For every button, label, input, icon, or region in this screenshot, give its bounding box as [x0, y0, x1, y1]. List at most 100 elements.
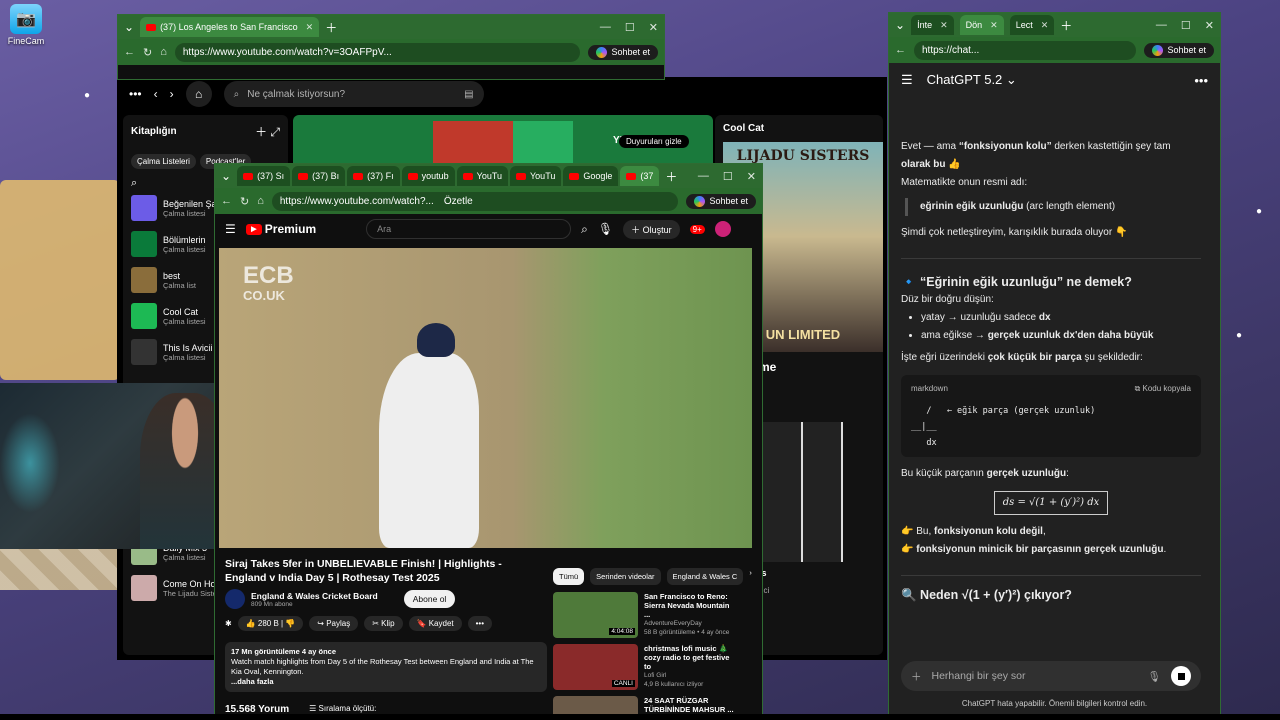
home-button[interactable]: ⌂	[185, 81, 212, 107]
back-icon[interactable]: ←	[221, 195, 232, 207]
video-thumbnail[interactable]: 4:04:08	[553, 592, 638, 638]
hide-announcements-button[interactable]: Duyuruları gizle	[619, 135, 689, 148]
add-icon[interactable]: ＋ ⤢	[255, 123, 280, 140]
like-button[interactable]: 👍 280 B | 👎	[237, 616, 304, 631]
related-video[interactable]: CANLI christmas lofi music 🎄 cozy radio t…	[553, 644, 734, 690]
save-button[interactable]: 🔖 Kaydet	[408, 616, 462, 631]
youtube-logo[interactable]: ▶ Premium	[245, 222, 316, 236]
video-player[interactable]: ECB CO.UK	[219, 248, 752, 548]
desktop-icon-finecam[interactable]: 📷 FineCam	[6, 4, 46, 46]
minimize-icon[interactable]: —	[698, 170, 709, 183]
browser-tab[interactable]: (37) Fı	[347, 166, 400, 186]
back-icon[interactable]: ←	[895, 44, 906, 56]
create-button[interactable]: ＋ Oluştur	[623, 219, 680, 239]
forward-icon[interactable]: ›	[170, 87, 174, 101]
copilot-button[interactable]: Sohbet et	[1144, 42, 1214, 58]
chip-series[interactable]: Serinden videolar	[590, 568, 661, 585]
close-tab-icon[interactable]: ✕	[990, 20, 998, 31]
tab-1[interactable]: İnte ✕	[911, 15, 954, 35]
library-title: Kitaplığın	[131, 126, 177, 137]
notifications-badge[interactable]: 9+	[689, 224, 705, 234]
stop-button[interactable]	[1171, 666, 1191, 686]
save-label: Kaydet	[428, 619, 454, 628]
gift-icon[interactable]: ✱	[225, 619, 232, 628]
chip-channel[interactable]: England & Wales C	[666, 568, 744, 585]
playlist-type: Çalma listesi	[163, 208, 206, 218]
new-tab-icon[interactable]: ＋	[665, 168, 677, 185]
mic-icon[interactable]: 🎙	[598, 222, 613, 236]
address-bar[interactable]: https://chat...	[914, 40, 1137, 60]
prompt-input[interactable]: ＋ Herhangi bir şey sor 🎙	[901, 661, 1201, 691]
mic-icon[interactable]: 🎙	[1148, 670, 1161, 683]
close-tab-icon[interactable]: ✕	[1041, 20, 1049, 31]
tab-menu-icon[interactable]: ⌄	[895, 18, 905, 32]
add-icon[interactable]: ＋	[911, 669, 922, 684]
chip-playlists[interactable]: Çalma Listeleri	[131, 154, 196, 169]
text: Bu küçük parçanın	[901, 468, 987, 479]
back-icon[interactable]: ←	[124, 46, 135, 58]
new-tab-icon[interactable]: ＋	[1060, 17, 1072, 34]
browser-tab[interactable]: (37) Sı	[237, 166, 291, 186]
browser-tab[interactable]: (37) Bı	[292, 166, 346, 186]
copilot-button[interactable]: Sohbet et	[588, 44, 658, 60]
sidebar-toggle-icon[interactable]: ☰	[901, 72, 913, 88]
browse-icon[interactable]: ▤	[464, 89, 473, 100]
search-input[interactable]: ⌕ Ne çalmak istiyorsun? ▤	[223, 81, 484, 107]
tab-2[interactable]: Dön ✕	[959, 15, 1004, 35]
album-title: LIJADU SISTERS	[736, 148, 870, 164]
avatar[interactable]	[714, 221, 731, 237]
paragraph: 👉 fonksiyonun minicik bir parçasının ger…	[901, 541, 1201, 559]
chip-all[interactable]: Tümü	[553, 568, 585, 585]
channel-avatar[interactable]	[225, 589, 245, 609]
minimize-icon[interactable]: —	[1156, 19, 1167, 32]
browser-tab[interactable]: (37	[620, 166, 660, 186]
subscribe-button[interactable]: Abone ol	[403, 590, 456, 608]
tab-title: YouTu	[476, 171, 502, 181]
description-box[interactable]: 17 Mn görüntüleme 4 ay önce Watch match …	[225, 642, 547, 692]
home-icon: ⌂	[194, 87, 203, 101]
video-thumbnail[interactable]: CANLI	[553, 644, 638, 690]
home-icon[interactable]: ⌂	[257, 195, 264, 207]
tab-3[interactable]: Lect ✕	[1009, 15, 1055, 35]
tab-menu-icon[interactable]: ⌄	[221, 169, 231, 183]
copy-code-button[interactable]: ⧉ Kodu kopyala	[1135, 381, 1191, 397]
browser-tab[interactable]: YouTu	[510, 166, 562, 186]
address-bar[interactable]: https://www.youtube.com/watch?v=3OAFPpV.…	[174, 42, 581, 62]
reload-icon[interactable]: ↻	[143, 46, 152, 59]
maximize-icon[interactable]: ☐	[625, 21, 635, 34]
new-tab-icon[interactable]: ＋	[325, 19, 337, 36]
browser-tab[interactable]: YouTu	[456, 166, 508, 186]
model-selector[interactable]: ChatGPT 5.2 ⌄	[927, 72, 1017, 88]
share-button[interactable]: ↪ Paylaş	[309, 616, 359, 631]
browser-tab[interactable]: youtub	[401, 166, 455, 186]
more-actions-button[interactable]: •••	[467, 616, 493, 631]
maximize-icon[interactable]: ☐	[723, 170, 733, 183]
tab-menu-icon[interactable]: ⌄	[124, 20, 134, 34]
close-tab-icon[interactable]: ✕	[940, 20, 948, 31]
browser-tab[interactable]: Google	[563, 166, 619, 186]
more-icon[interactable]: •••	[129, 87, 142, 101]
show-more-link[interactable]: ...daha fazla	[231, 677, 541, 687]
related-video[interactable]: 4:04:08 San Francisco to Reno: Sierra Nev…	[553, 592, 734, 638]
copilot-button[interactable]: Sohbet et	[686, 193, 756, 209]
address-bar[interactable]: https://www.youtube.com/watch?... Özetle	[271, 191, 679, 211]
close-icon[interactable]: ✕	[747, 170, 756, 183]
chevron-right-icon[interactable]: ›	[749, 568, 752, 585]
close-icon[interactable]: ✕	[649, 21, 658, 34]
back-icon[interactable]: ‹	[154, 87, 158, 101]
minimize-icon[interactable]: —	[600, 21, 611, 34]
home-icon[interactable]: ⌂	[160, 46, 167, 58]
clip-button[interactable]: ✂ Klip	[364, 616, 403, 631]
video-title: 24 SAAT RÜZGAR TÜRBİNİNDE MAHSUR ...	[644, 696, 734, 714]
close-icon[interactable]: ✕	[1205, 19, 1214, 32]
menu-icon[interactable]: ☰	[225, 222, 236, 236]
search-icon[interactable]: ⌕	[581, 222, 588, 237]
close-tab-icon[interactable]: ✕	[306, 22, 314, 33]
channel-name[interactable]: England & Wales Cricket Board	[251, 591, 378, 601]
reload-icon[interactable]: ↻	[240, 195, 249, 208]
summarize-button[interactable]: Özetle	[444, 196, 473, 207]
search-input[interactable]: Ara	[366, 219, 572, 239]
more-icon[interactable]: •••	[1194, 73, 1208, 88]
maximize-icon[interactable]: ☐	[1181, 19, 1191, 32]
tab-youtube[interactable]: (37) Los Angeles to San Francisco ✕	[140, 17, 320, 37]
